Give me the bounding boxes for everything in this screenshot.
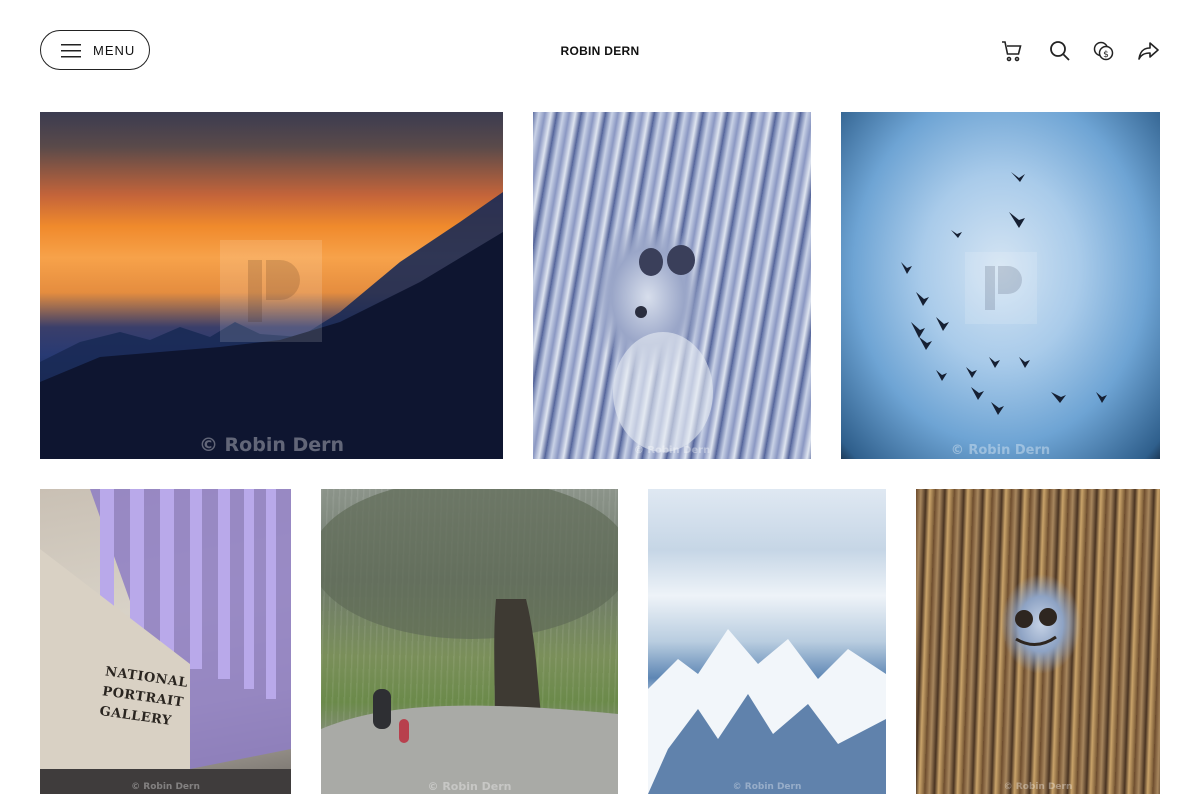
gallery-photo[interactable]: NATIONAL PORTRAIT GALLERY © Robin Dern xyxy=(40,489,291,794)
hamburger-icon xyxy=(61,44,81,58)
site-title[interactable]: ROBIN DERN xyxy=(500,44,700,58)
tree-face xyxy=(1015,608,1057,646)
gallery-photo[interactable]: © Robin Dern xyxy=(40,112,503,459)
svg-text:$: $ xyxy=(1103,50,1109,60)
share-icon[interactable] xyxy=(1136,39,1160,63)
gallery-photo[interactable]: © Robin Dern xyxy=(533,112,811,459)
photo-credit: © Robin Dern xyxy=(427,780,512,793)
snowy-peaks xyxy=(648,629,886,794)
site-header: MENU ROBIN DERN $ xyxy=(0,0,1200,100)
photo-credit: © Robin Dern xyxy=(131,782,200,792)
gallery-photo[interactable]: © Robin Dern xyxy=(916,489,1160,794)
gallery-building xyxy=(40,489,291,794)
rain-scene xyxy=(321,489,618,794)
gallery-photo[interactable]: © Robin Dern xyxy=(648,489,886,794)
tree-face xyxy=(613,245,713,452)
gallery-photo[interactable]: © Robin Dern xyxy=(841,112,1160,459)
menu-button[interactable]: MENU xyxy=(40,30,150,70)
photo-credit: © Robin Dern xyxy=(633,445,711,456)
search-icon[interactable] xyxy=(1048,39,1072,63)
photo-credit: © Robin Dern xyxy=(732,782,802,792)
gallery-sign-text: NATIONAL PORTRAIT GALLERY xyxy=(98,664,189,729)
picfair-logo xyxy=(220,240,322,375)
cart-icon[interactable] xyxy=(1000,39,1024,63)
currency-icon[interactable]: $ xyxy=(1092,39,1116,63)
picfair-logo xyxy=(965,252,1037,349)
gallery-photo[interactable]: © Robin Dern xyxy=(321,489,618,794)
menu-label: MENU xyxy=(93,43,136,58)
photo-credit: © Robin Dern xyxy=(950,443,1051,458)
photo-credit: © Robin Dern xyxy=(1003,782,1073,792)
photo-credit: © Robin Dern xyxy=(198,434,345,456)
